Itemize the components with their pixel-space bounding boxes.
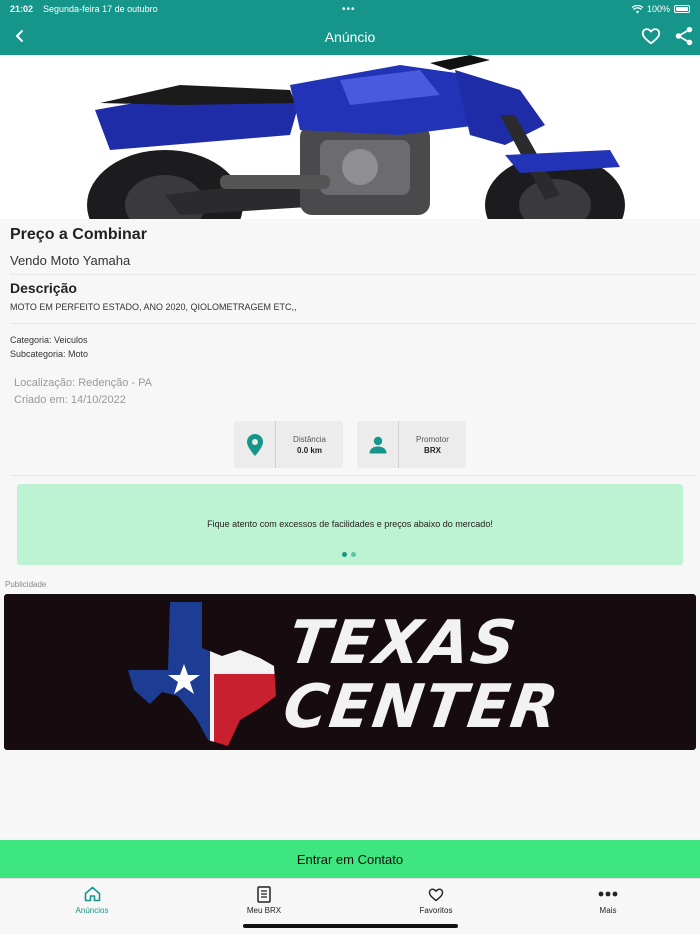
status-bar: 21:02 Segunda-feira 17 de outubro ••• 10… (0, 0, 700, 18)
tab-meu-brx[interactable]: Meu BRX (224, 885, 304, 915)
battery-icon (674, 5, 690, 13)
distance-value: 0.0 km (297, 445, 322, 455)
motorcycle-image (0, 55, 700, 219)
status-time: 21:02 (10, 4, 34, 14)
tab-label: Meu BRX (246, 906, 282, 915)
carousel-pager (342, 552, 356, 557)
heart-outline-icon (641, 28, 661, 45)
multitasking-dots-icon[interactable]: ••• (342, 4, 356, 15)
tab-mais[interactable]: Mais (568, 885, 648, 915)
home-icon (84, 886, 100, 902)
subcategory-text: Subcategoria: Moto (10, 349, 89, 359)
distance-card: Distância 0.0 km (234, 421, 343, 468)
category-text: Categoria: Veiculos (10, 335, 88, 345)
created-date-text: Criado em: 14/10/2022 (14, 394, 126, 406)
listing-photo[interactable] (0, 55, 700, 219)
wifi-icon (631, 4, 643, 13)
location-text: Localização: Redenção - PA (14, 377, 152, 389)
ad-text-line1: TEXAS (284, 608, 522, 678)
tab-label: Mais (599, 906, 617, 915)
description-text: MOTO EM PERFEITO ESTADO, ANO 2020, QIOLO… (10, 302, 297, 312)
safety-alert-message: Fique atento com excessos de facilidades… (207, 519, 493, 529)
tab-anuncios[interactable]: Anúncios (52, 885, 132, 915)
contact-button[interactable]: Entrar em Contato (0, 840, 700, 878)
pager-dot[interactable] (351, 552, 356, 557)
tab-label: Anúncios (75, 906, 109, 915)
map-pin-icon (246, 433, 263, 456)
distance-label: Distância (293, 434, 326, 444)
nav-bar: Anúncio (0, 18, 700, 55)
promoter-card: Promotor BRX (357, 421, 466, 468)
pager-dot-active[interactable] (342, 552, 347, 557)
divider (10, 323, 696, 324)
status-date: Segunda-feira 17 de outubro (43, 4, 158, 14)
person-icon (369, 436, 386, 453)
ad-text-line2: CENTER (279, 672, 565, 742)
listing-title: Vendo Moto Yamaha (10, 253, 131, 268)
document-icon (257, 885, 271, 903)
price-label: Preço a Combinar (10, 226, 147, 244)
description-heading: Descrição (10, 280, 77, 296)
price-text: Preço a Combinar (10, 226, 147, 243)
more-icon (598, 891, 618, 897)
tab-favoritos[interactable]: Favoritos (396, 885, 476, 915)
divider (10, 274, 696, 275)
promoter-label: Promotor (416, 434, 449, 444)
chevron-left-icon (16, 30, 23, 42)
safety-alert-carousel[interactable]: Fique atento com excessos de facilidades… (17, 484, 683, 565)
divider (10, 475, 696, 476)
texas-flag-map-logo (128, 602, 276, 746)
ad-banner[interactable]: TEXAS CENTER (4, 594, 696, 750)
home-indicator[interactable] (243, 924, 458, 928)
back-button[interactable] (8, 24, 32, 48)
heart-icon (428, 888, 444, 902)
contact-button-label: Entrar em Contato (296, 851, 404, 867)
tab-label: Favoritos (419, 906, 453, 915)
ad-label: Publicidade (5, 580, 47, 589)
page-title: Anúncio (324, 28, 376, 45)
battery-percent: 100% (646, 4, 670, 14)
share-icon (675, 26, 693, 46)
promoter-value: BRX (424, 445, 441, 455)
share-button[interactable] (673, 25, 695, 47)
favorite-button[interactable] (640, 25, 662, 47)
